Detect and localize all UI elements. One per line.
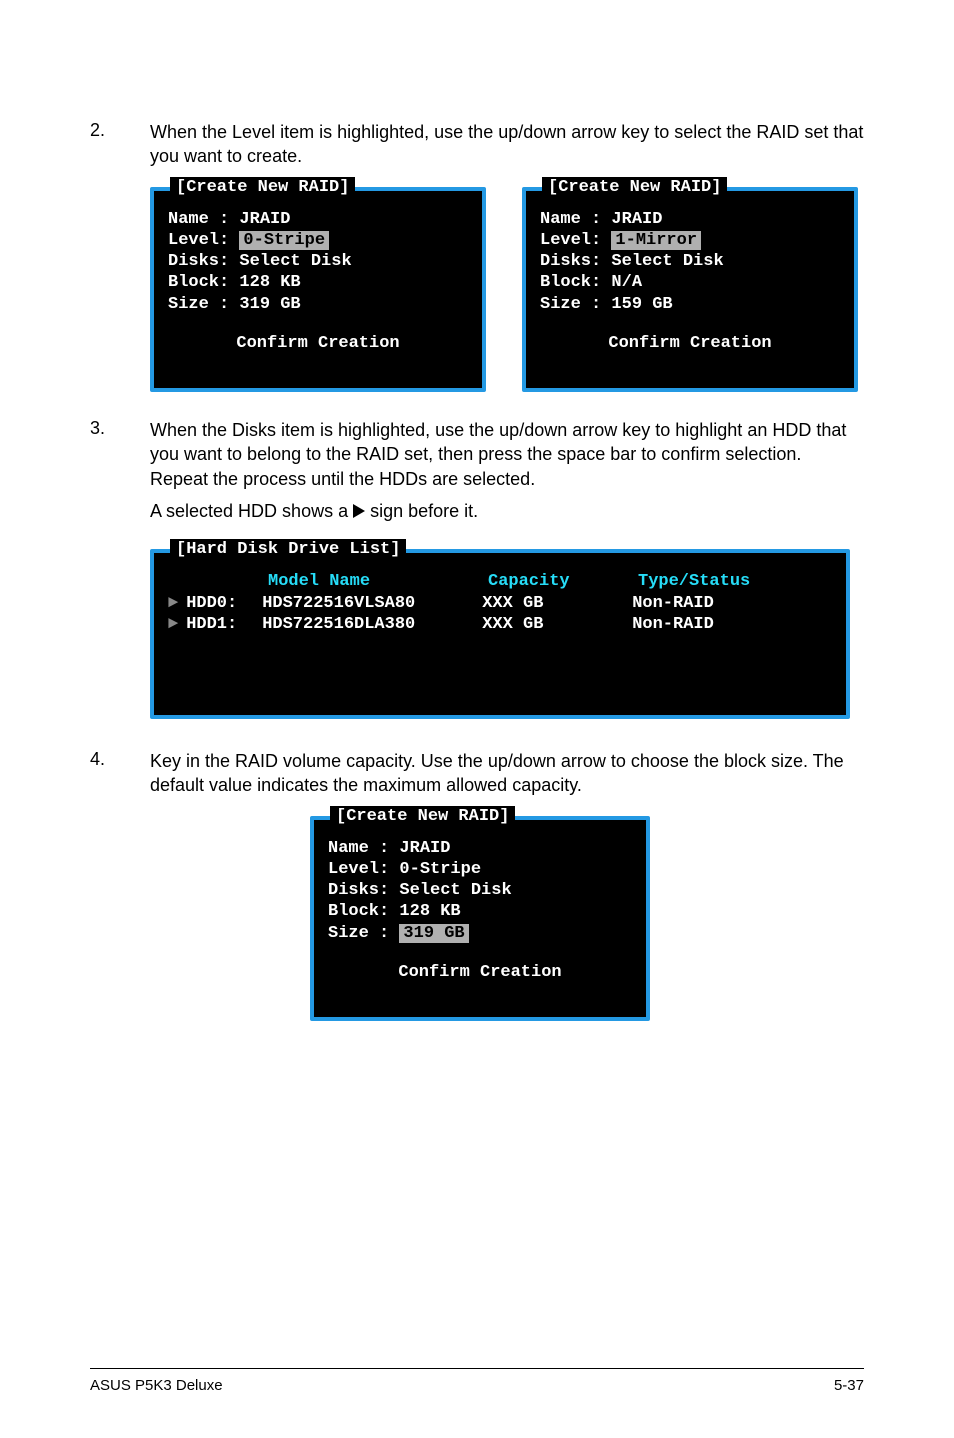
name-value: JRAID: [399, 839, 450, 858]
bios-title: [Create New RAID]: [542, 177, 727, 198]
name-value: JRAID: [239, 210, 290, 229]
step-number: 4.: [90, 749, 150, 798]
disk-id: HDD0:: [186, 593, 262, 614]
size-label: Size :: [328, 924, 389, 943]
step-text: When the Level item is highlighted, use …: [150, 120, 864, 169]
block-label: Block:: [328, 902, 389, 921]
level-label: Level:: [540, 231, 601, 250]
block-value: N/A: [611, 273, 642, 292]
disk-type: Non-RAID: [632, 614, 714, 635]
step-number: 3.: [90, 418, 150, 531]
bios-hard-disk-list: [Hard Disk Drive List] Model Name Capaci…: [150, 549, 850, 719]
disk-type: Non-RAID: [632, 593, 714, 614]
level-label: Level:: [328, 860, 389, 879]
name-label: Name :: [168, 210, 229, 229]
disks-value: Select Disk: [611, 252, 723, 271]
footer-right: 5-37: [834, 1377, 864, 1394]
text-post: sign before it.: [365, 501, 478, 521]
step-text: When the Disks item is highlighted, use …: [150, 418, 864, 491]
size-value: 159 GB: [611, 295, 672, 314]
footer-left: ASUS P5K3 Deluxe: [90, 1377, 223, 1394]
arrow-icon: ►: [168, 614, 186, 635]
name-value: JRAID: [611, 210, 662, 229]
name-label: Name :: [328, 839, 389, 858]
arrow-icon: ►: [168, 593, 186, 614]
text-pre: A selected HDD shows a: [150, 501, 353, 521]
play-icon: [353, 504, 365, 518]
disks-label: Disks:: [168, 252, 229, 271]
level-label: Level:: [168, 231, 229, 250]
disk-model: HDS722516DLA380: [262, 614, 482, 635]
step-number: 2.: [90, 120, 150, 169]
size-value: 319 GB: [239, 295, 300, 314]
size-label: Size :: [540, 295, 601, 314]
bios-create-raid-mirror: [Create New RAID] Name : JRAID Level: 1-…: [522, 187, 858, 393]
block-value: 128 KB: [239, 273, 300, 292]
page-footer: ASUS P5K3 Deluxe 5-37: [90, 1368, 864, 1394]
disks-label: Disks:: [328, 881, 389, 900]
bios-create-raid-size: [Create New RAID] Name : JRAID Level: 0-…: [310, 816, 650, 1022]
step-3: 3. When the Disks item is highlighted, u…: [90, 418, 864, 531]
step-text-2: A selected HDD shows a sign before it.: [150, 499, 864, 523]
step-4: 4. Key in the RAID volume capacity. Use …: [90, 749, 864, 798]
disks-label: Disks:: [540, 252, 601, 271]
bios-create-raid-stripe: [Create New RAID] Name : JRAID Level: 0-…: [150, 187, 486, 393]
col-type: Type/Status: [638, 571, 750, 592]
step-2: 2. When the Level item is highlighted, u…: [90, 120, 864, 169]
disk-cap: XXX GB: [482, 593, 632, 614]
block-label: Block:: [168, 273, 229, 292]
col-capacity: Capacity: [488, 571, 638, 592]
disk-row[interactable]: ► HDD0: HDS722516VLSA80 XXX GB Non-RAID: [168, 593, 832, 614]
size-label: Size :: [168, 295, 229, 314]
disks-value: Select Disk: [399, 881, 511, 900]
disk-cap: XXX GB: [482, 614, 632, 635]
disk-id: HDD1:: [186, 614, 262, 635]
col-model: Model Name: [268, 571, 488, 592]
bios-title: [Hard Disk Drive List]: [170, 539, 406, 560]
bios-title: [Create New RAID]: [330, 806, 515, 827]
block-value: 128 KB: [399, 902, 460, 921]
step-text: Key in the RAID volume capacity. Use the…: [150, 749, 864, 798]
level-value: 0-Stripe: [399, 860, 481, 879]
block-label: Block:: [540, 273, 601, 292]
confirm-creation[interactable]: Confirm Creation: [168, 333, 468, 354]
bios-title: [Create New RAID]: [170, 177, 355, 198]
disks-value: Select Disk: [239, 252, 351, 271]
level-value-highlighted[interactable]: 0-Stripe: [239, 231, 329, 250]
size-value-highlighted[interactable]: 319 GB: [399, 924, 468, 943]
name-label: Name :: [540, 210, 601, 229]
confirm-creation[interactable]: Confirm Creation: [540, 333, 840, 354]
disk-row[interactable]: ► HDD1: HDS722516DLA380 XXX GB Non-RAID: [168, 614, 832, 635]
confirm-creation[interactable]: Confirm Creation: [328, 962, 632, 983]
disk-model: HDS722516VLSA80: [262, 593, 482, 614]
level-value-highlighted[interactable]: 1-Mirror: [611, 231, 701, 250]
